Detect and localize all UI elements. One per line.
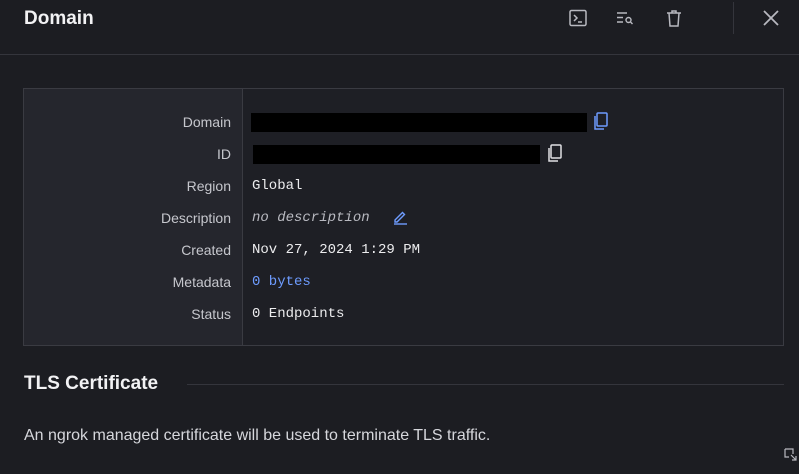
details-label-region: Region (186, 178, 231, 194)
tls-section-title: TLS Certificate (24, 373, 159, 394)
details-label-domain: Domain (182, 114, 231, 130)
header-divider (733, 2, 734, 34)
details-label-metadata: Metadata (172, 274, 231, 290)
details-row-domain: Domain (24, 106, 783, 138)
filter-search-button[interactable] (613, 6, 637, 30)
copy-icon[interactable] (548, 144, 562, 162)
dialog-header: Domain (0, 0, 799, 55)
redacted-domain (251, 113, 587, 132)
resize-handle-icon[interactable] (784, 448, 798, 462)
details-row-created: Created Nov 27, 2024 1:29 PM (24, 234, 783, 266)
details-panel: Domain ID Region Global Description no d… (23, 88, 784, 346)
details-value-description: no description (252, 210, 370, 226)
filter-search-icon (617, 12, 633, 25)
close-icon (763, 10, 779, 26)
details-row-status: Status 0 Endpoints (24, 298, 783, 330)
details-row-description: Description no description (24, 202, 783, 234)
details-label-id: ID (217, 146, 231, 162)
copy-icon[interactable] (594, 112, 608, 130)
details-row-id: ID (24, 138, 783, 170)
details-value-created: Nov 27, 2024 1:29 PM (252, 242, 421, 258)
metadata-link[interactable]: 0 bytes (252, 266, 311, 298)
section-divider (187, 384, 784, 385)
details-value-region: Global (252, 178, 303, 194)
details-row-metadata: Metadata 0 bytes (24, 266, 783, 298)
details-label-status: Status (191, 306, 231, 322)
delete-button[interactable] (662, 6, 686, 30)
tls-description: An ngrok managed certificate will be use… (24, 427, 491, 444)
details-value-status: 0 Endpoints (252, 306, 345, 322)
redacted-id (253, 145, 540, 164)
details-row-region: Region Global (24, 170, 783, 202)
close-button[interactable] (759, 6, 783, 30)
edit-icon[interactable] (392, 209, 408, 225)
terminal-icon (569, 9, 587, 27)
terminal-button[interactable] (566, 6, 590, 30)
trash-icon (667, 10, 681, 27)
dialog-title: Domain (24, 8, 94, 29)
details-label-description: Description (160, 210, 231, 226)
details-label-created: Created (181, 242, 231, 258)
